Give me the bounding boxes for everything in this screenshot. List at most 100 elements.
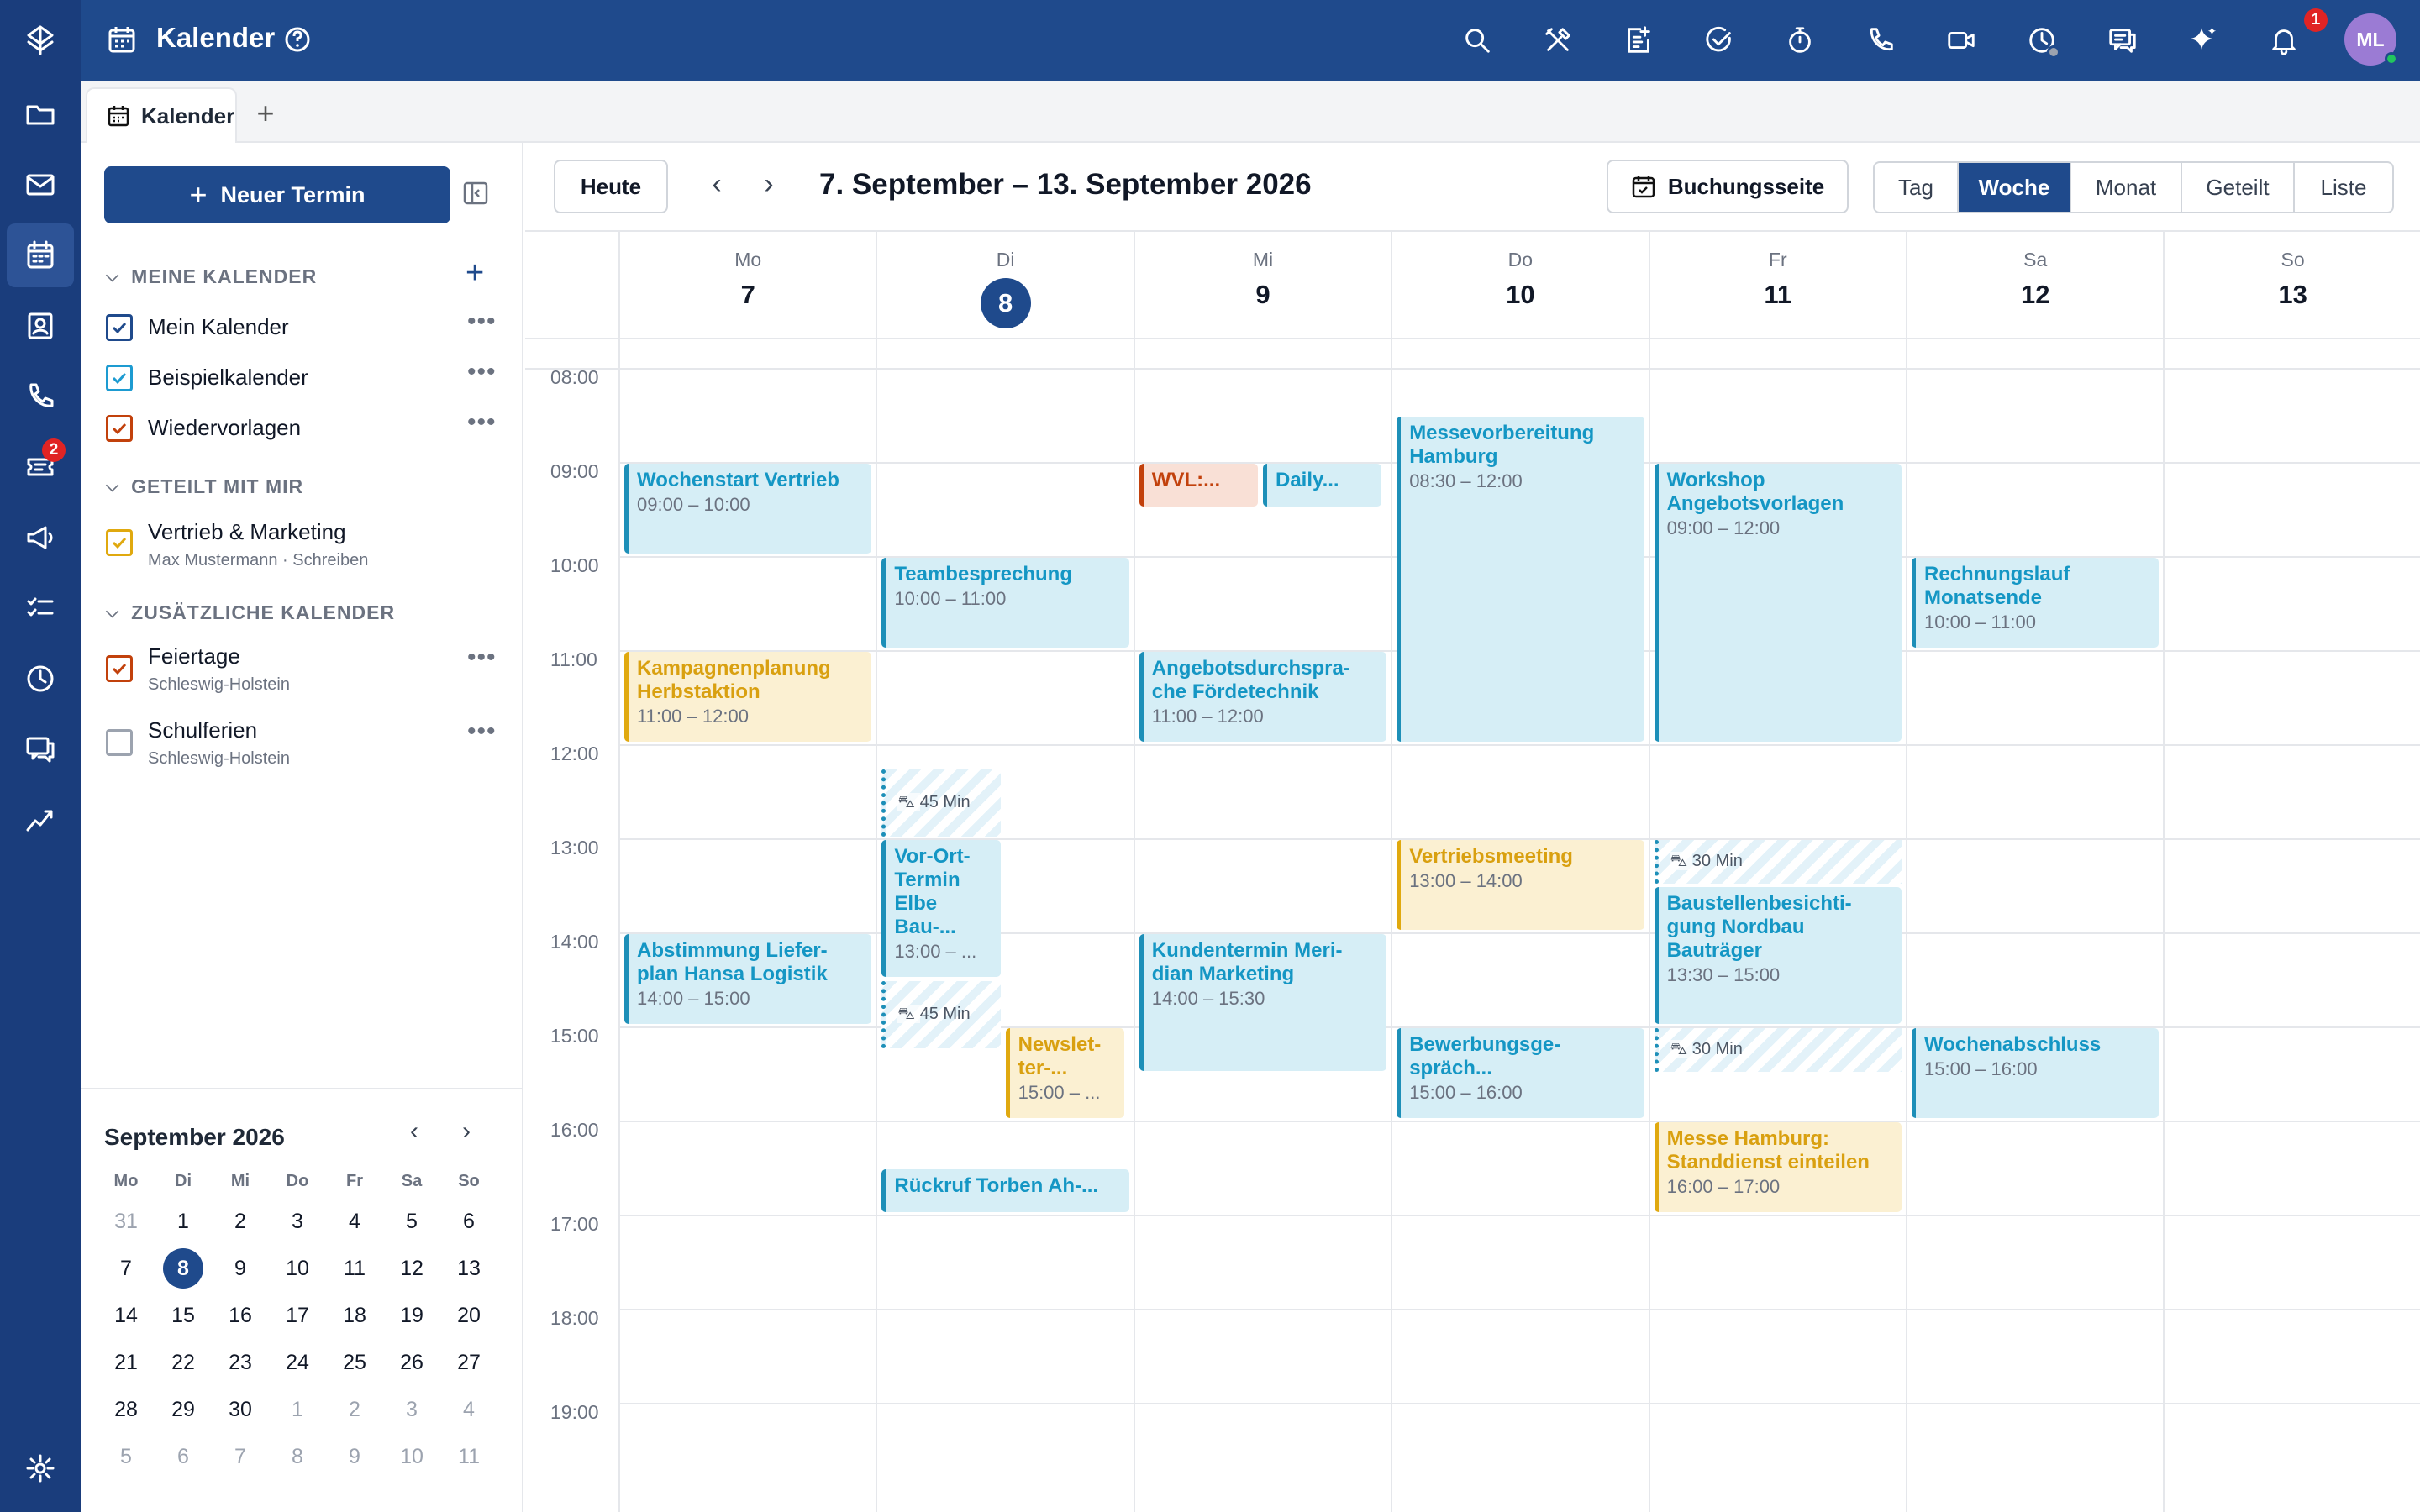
mini-day[interactable]: 24 <box>269 1341 326 1384</box>
event-card[interactable]: Kundentermin Meri-dian Marketing 14:00 – … <box>1139 934 1387 1071</box>
bell-icon[interactable] <box>2264 20 2304 60</box>
view-tag[interactable]: Tag <box>1875 163 1959 212</box>
day-header[interactable]: Do 10 <box>1392 232 1649 338</box>
mini-day[interactable]: 1 <box>155 1200 212 1243</box>
booking-page-button[interactable]: Buchungsseite <box>1607 160 1849 213</box>
chat-icon[interactable] <box>7 717 74 781</box>
checkbox[interactable] <box>106 415 133 442</box>
mini-day[interactable]: 11 <box>440 1435 497 1478</box>
event-card[interactable]: Vor-Ort-Termin Elbe Bau-... 13:00 – ... <box>881 840 1001 977</box>
mini-day[interactable]: 4 <box>440 1388 497 1431</box>
help-icon[interactable] <box>284 26 311 53</box>
day-header[interactable]: Sa 12 <box>1907 232 2164 338</box>
ai-sparkle-icon[interactable] <box>2183 20 2223 60</box>
mini-day[interactable]: 14 <box>97 1294 155 1337</box>
event-card[interactable]: Rechnungslauf Monatsende 10:00 – 11:00 <box>1912 558 2160 648</box>
mini-day[interactable]: 2 <box>212 1200 269 1243</box>
mini-day[interactable]: 8 <box>269 1435 326 1478</box>
mini-day[interactable]: 12 <box>383 1247 440 1290</box>
add-tab-button[interactable]: + <box>249 96 282 130</box>
section-additional[interactable]: ⌵ ZUSÄTZLICHE KALENDER <box>106 601 395 624</box>
messages-icon[interactable] <box>2102 20 2143 60</box>
more-options-icon[interactable]: ••• <box>467 717 497 746</box>
checkbox[interactable] <box>106 729 133 756</box>
mini-day[interactable]: 20 <box>440 1294 497 1337</box>
mini-day[interactable]: 5 <box>383 1200 440 1243</box>
event-card[interactable]: Baustellenbesichti-gung Nordbau Bauträge… <box>1654 887 1902 1024</box>
mini-day[interactable]: 5 <box>97 1435 155 1478</box>
mini-day[interactable]: 7 <box>97 1247 155 1290</box>
day-header[interactable]: Fr 11 <box>1649 232 1907 338</box>
event-card[interactable]: Angebotsdurchspra-che Fördetechnik 11:00 … <box>1139 652 1387 742</box>
more-options-icon[interactable]: ••• <box>467 643 497 672</box>
time-tracking-icon[interactable] <box>7 647 74 711</box>
day-header[interactable]: Mi 9 <box>1134 232 1392 338</box>
phone-icon[interactable] <box>7 365 74 428</box>
event-card[interactable]: Messe Hamburg: Standdienst einteilen 16:0… <box>1654 1122 1902 1212</box>
mini-day[interactable]: 10 <box>383 1435 440 1478</box>
checkbox[interactable] <box>106 365 133 391</box>
tab-kalender[interactable]: Kalender <box>86 87 237 143</box>
add-calendar-button[interactable]: + <box>466 255 484 291</box>
mini-day[interactable]: 1 <box>269 1388 326 1431</box>
mail-icon[interactable] <box>7 153 74 217</box>
mini-day[interactable]: 9 <box>212 1247 269 1290</box>
event-card[interactable]: Workshop Angebotsvorlagen 09:00 – 12:00 <box>1654 464 1902 742</box>
event-card[interactable]: Kampagnenplanung Herbstaktion 11:00 – 12:… <box>624 652 872 742</box>
view-monat[interactable]: Monat <box>2071 163 2182 212</box>
event-card[interactable]: Teambesprechung 10:00 – 11:00 <box>881 558 1129 648</box>
mini-day[interactable]: 22 <box>155 1341 212 1384</box>
mini-day[interactable]: 4 <box>326 1200 383 1243</box>
mini-prev-icon[interactable]: ‹ <box>410 1117 418 1146</box>
mini-day[interactable]: 10 <box>269 1247 326 1290</box>
event-card[interactable]: Daily... <box>1263 464 1382 507</box>
event-card[interactable]: Rückruf Torben Ah-... <box>881 1169 1129 1212</box>
mini-day[interactable]: 11 <box>326 1247 383 1290</box>
phone-header-icon[interactable] <box>1860 20 1901 60</box>
folder-icon[interactable] <box>7 82 74 146</box>
mini-day[interactable]: 15 <box>155 1294 212 1337</box>
more-options-icon[interactable]: ••• <box>467 358 497 386</box>
more-options-icon[interactable]: ••• <box>467 307 497 336</box>
event-card[interactable]: Messevorbereitung Hamburg 08:30 – 12:00 <box>1397 417 1644 742</box>
mini-day[interactable]: 26 <box>383 1341 440 1384</box>
mini-day[interactable]: 18 <box>326 1294 383 1337</box>
stopwatch-icon[interactable] <box>1780 20 1820 60</box>
search-icon[interactable] <box>1457 20 1497 60</box>
section-my-calendars[interactable]: ⌵ MEINE KALENDER <box>106 265 317 288</box>
event-card[interactable]: Wochenstart Vertrieb 09:00 – 10:00 <box>624 464 872 554</box>
calendar-nav-icon[interactable] <box>7 223 74 287</box>
mini-day[interactable]: 6 <box>155 1435 212 1478</box>
checkbox[interactable] <box>106 314 133 341</box>
event-card[interactable]: Vertriebsmeeting 13:00 – 14:00 <box>1397 840 1644 930</box>
mini-day[interactable]: 28 <box>97 1388 155 1431</box>
day-header[interactable]: Mo 7 <box>619 232 876 338</box>
day-header[interactable]: So 13 <box>2164 232 2420 338</box>
settings-icon[interactable] <box>7 1436 74 1500</box>
collapse-sidebar-icon[interactable] <box>462 180 489 207</box>
mini-day[interactable]: 30 <box>212 1388 269 1431</box>
mini-day[interactable]: 9 <box>326 1435 383 1478</box>
contacts-icon[interactable] <box>7 294 74 358</box>
event-card[interactable]: Wochenabschluss 15:00 – 16:00 <box>1912 1028 2160 1118</box>
mini-day[interactable]: 21 <box>97 1341 155 1384</box>
app-logo-icon[interactable] <box>7 8 74 72</box>
view-liste[interactable]: Liste <box>2295 163 2392 212</box>
checkbox[interactable] <box>106 655 133 682</box>
checkbox[interactable] <box>106 529 133 556</box>
new-appointment-button[interactable]: + Neuer Termin <box>104 166 450 223</box>
next-week-icon[interactable]: › <box>752 168 786 201</box>
mini-day[interactable]: 2 <box>326 1388 383 1431</box>
mini-day[interactable]: 27 <box>440 1341 497 1384</box>
mini-day[interactable]: 6 <box>440 1200 497 1243</box>
analytics-icon[interactable] <box>7 788 74 852</box>
video-icon[interactable] <box>1941 20 1981 60</box>
mini-day[interactable]: 25 <box>326 1341 383 1384</box>
tools-icon[interactable] <box>1538 20 1578 60</box>
mini-day[interactable]: 13 <box>440 1247 497 1290</box>
mini-day[interactable]: 23 <box>212 1341 269 1384</box>
event-card[interactable]: Newslet-ter-... 15:00 – ... <box>1005 1028 1124 1118</box>
mini-day[interactable]: 31 <box>97 1200 155 1243</box>
mini-day[interactable]: 3 <box>383 1388 440 1431</box>
view-woche[interactable]: Woche <box>1959 163 2071 212</box>
